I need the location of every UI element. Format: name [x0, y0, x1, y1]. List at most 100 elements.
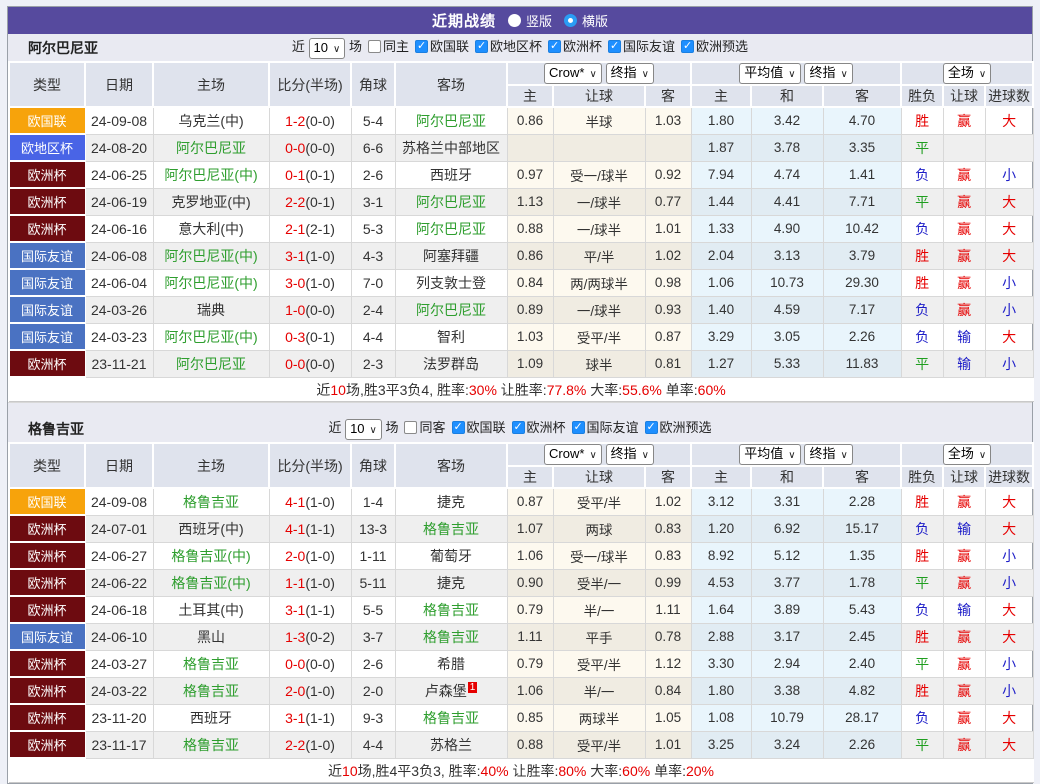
match-date: 24-03-22 [85, 677, 153, 704]
away-team: 法罗群岛 [395, 350, 507, 377]
bookmaker-select[interactable]: Crow*∨ [544, 444, 602, 465]
handicap-home-odds: 0.79 [507, 596, 553, 623]
odds-time-select[interactable]: 终指∨ [606, 63, 654, 84]
competition-checkbox[interactable] [548, 40, 561, 53]
avg-away-odds: 2.45 [823, 623, 901, 650]
score: 3-1(1-0) [269, 242, 351, 269]
handicap-away-odds: 1.02 [645, 242, 691, 269]
handicap-home-odds: 1.07 [507, 515, 553, 542]
same-venue-label: 同客 [419, 420, 445, 435]
competition-checkbox[interactable] [645, 421, 658, 434]
corner-score: 6-6 [351, 134, 395, 161]
match-row: 欧洲杯 24-06-27 格鲁吉亚(中) 2-0(1-0) 1-11 葡萄牙 1… [9, 542, 1033, 569]
recent-count-select[interactable]: 10∨ [345, 419, 382, 440]
col-header-date: 日期 [85, 443, 153, 488]
sub-header: 主 [691, 85, 751, 107]
result-goals: 小 [985, 269, 1033, 296]
away-team: 希腊 [395, 650, 507, 677]
competition-checkbox[interactable] [452, 421, 465, 434]
avg-away-odds: 3.79 [823, 242, 901, 269]
result-goals: 小 [985, 296, 1033, 323]
result-goals: 大 [985, 623, 1033, 650]
handicap-line: 受一/球半 [553, 542, 645, 569]
competition-checkbox[interactable] [475, 40, 488, 53]
radio-vertical-icon[interactable] [508, 14, 521, 27]
home-team: 黑山 [153, 623, 269, 650]
result-goals: 小 [985, 650, 1033, 677]
avg-draw-odds: 3.17 [751, 623, 823, 650]
chevron-down-icon: ∨ [979, 450, 986, 461]
handicap-away-odds: 1.02 [645, 488, 691, 515]
radio-vertical-layout[interactable]: 竖版 [508, 11, 552, 30]
sub-header: 客 [823, 466, 901, 488]
handicap-line: 一/球半 [553, 215, 645, 242]
handicap-away-odds: 0.98 [645, 269, 691, 296]
sub-header: 客 [645, 85, 691, 107]
match-date: 24-06-18 [85, 596, 153, 623]
average-select[interactable]: 平均值∨ [739, 444, 800, 465]
page-title: 近期战绩 [432, 10, 496, 31]
handicap-away-odds: 1.01 [645, 215, 691, 242]
home-team: 克罗地亚(中) [153, 188, 269, 215]
radio-horizontal-layout[interactable]: 横版 [564, 11, 608, 30]
competition-label: 欧地区杯 [490, 39, 542, 54]
competition-checkbox[interactable] [572, 421, 585, 434]
handicap-line: 两/两球半 [553, 269, 645, 296]
match-row: 国际友谊 24-06-10 黑山 1-3(0-2) 3-7 格鲁吉亚 1.11 … [9, 623, 1033, 650]
handicap-home-odds: 0.86 [507, 107, 553, 134]
average-select[interactable]: 平均值∨ [739, 63, 800, 84]
home-team: 意大利(中) [153, 215, 269, 242]
handicap-line: 平手 [553, 623, 645, 650]
chevron-down-icon: ∨ [589, 450, 596, 461]
match-date: 23-11-21 [85, 350, 153, 377]
recent-count-select[interactable]: 10∨ [309, 38, 346, 59]
match-row: 欧洲杯 24-03-27 格鲁吉亚 0-0(0-0) 2-6 希腊 0.79 受… [9, 650, 1033, 677]
home-team: 格鲁吉亚 [153, 677, 269, 704]
competition-checkbox[interactable] [681, 40, 694, 53]
away-team: 葡萄牙 [395, 542, 507, 569]
chevron-down-icon: ∨ [589, 69, 596, 80]
avg-time-select[interactable]: 终指∨ [804, 444, 852, 465]
competition-checkbox[interactable] [415, 40, 428, 53]
competition-checkbox[interactable] [608, 40, 621, 53]
handicap-home-odds: 1.13 [507, 188, 553, 215]
avg-away-odds: 2.40 [823, 650, 901, 677]
handicap-home-odds: 0.84 [507, 269, 553, 296]
radio-horizontal-icon[interactable] [564, 14, 577, 27]
avg-home-odds: 1.80 [691, 677, 751, 704]
avg-time-select[interactable]: 终指∨ [804, 63, 852, 84]
handicap-home-odds: 0.89 [507, 296, 553, 323]
match-row: 欧地区杯 24-08-20 阿尔巴尼亚 0-0(0-0) 6-6 苏格兰中部地区… [9, 134, 1033, 161]
odds-time-select[interactable]: 终指∨ [606, 444, 654, 465]
chevron-down-icon: ∨ [841, 450, 848, 461]
col-header-home: 主场 [153, 62, 269, 107]
competition-checkbox[interactable] [512, 421, 525, 434]
sub-header: 和 [751, 466, 823, 488]
score: 0-0(0-0) [269, 650, 351, 677]
competition-label: 欧洲预选 [660, 420, 712, 435]
handicap-away-odds: 1.01 [645, 731, 691, 758]
record-summary: 近10场,胜3平3负4, 胜率:30% 让胜率:77.8% 大率:55.6% 单… [9, 377, 1033, 402]
same-venue-checkbox[interactable] [368, 40, 381, 53]
avg-home-odds: 1.44 [691, 188, 751, 215]
competition-badge: 国际友谊 [9, 269, 85, 296]
handicap-home-odds: 1.03 [507, 323, 553, 350]
period-select[interactable]: 全场∨ [943, 63, 991, 84]
bookmaker-select[interactable]: Crow*∨ [544, 63, 602, 84]
avg-home-odds: 1.06 [691, 269, 751, 296]
same-venue-checkbox[interactable] [404, 421, 417, 434]
avg-home-odds: 1.08 [691, 704, 751, 731]
period-select[interactable]: 全场∨ [943, 444, 991, 465]
sub-header: 进球数 [985, 466, 1033, 488]
sub-header: 主 [507, 466, 553, 488]
score: 3-1(1-1) [269, 596, 351, 623]
handicap-away-odds: 1.05 [645, 704, 691, 731]
avg-away-odds: 7.17 [823, 296, 901, 323]
corner-score: 3-7 [351, 623, 395, 650]
handicap-away-odds: 0.77 [645, 188, 691, 215]
result-goals: 大 [985, 188, 1033, 215]
result-goals: 小 [985, 161, 1033, 188]
match-date: 24-07-01 [85, 515, 153, 542]
home-team: 土耳其(中) [153, 596, 269, 623]
avg-draw-odds: 4.41 [751, 188, 823, 215]
